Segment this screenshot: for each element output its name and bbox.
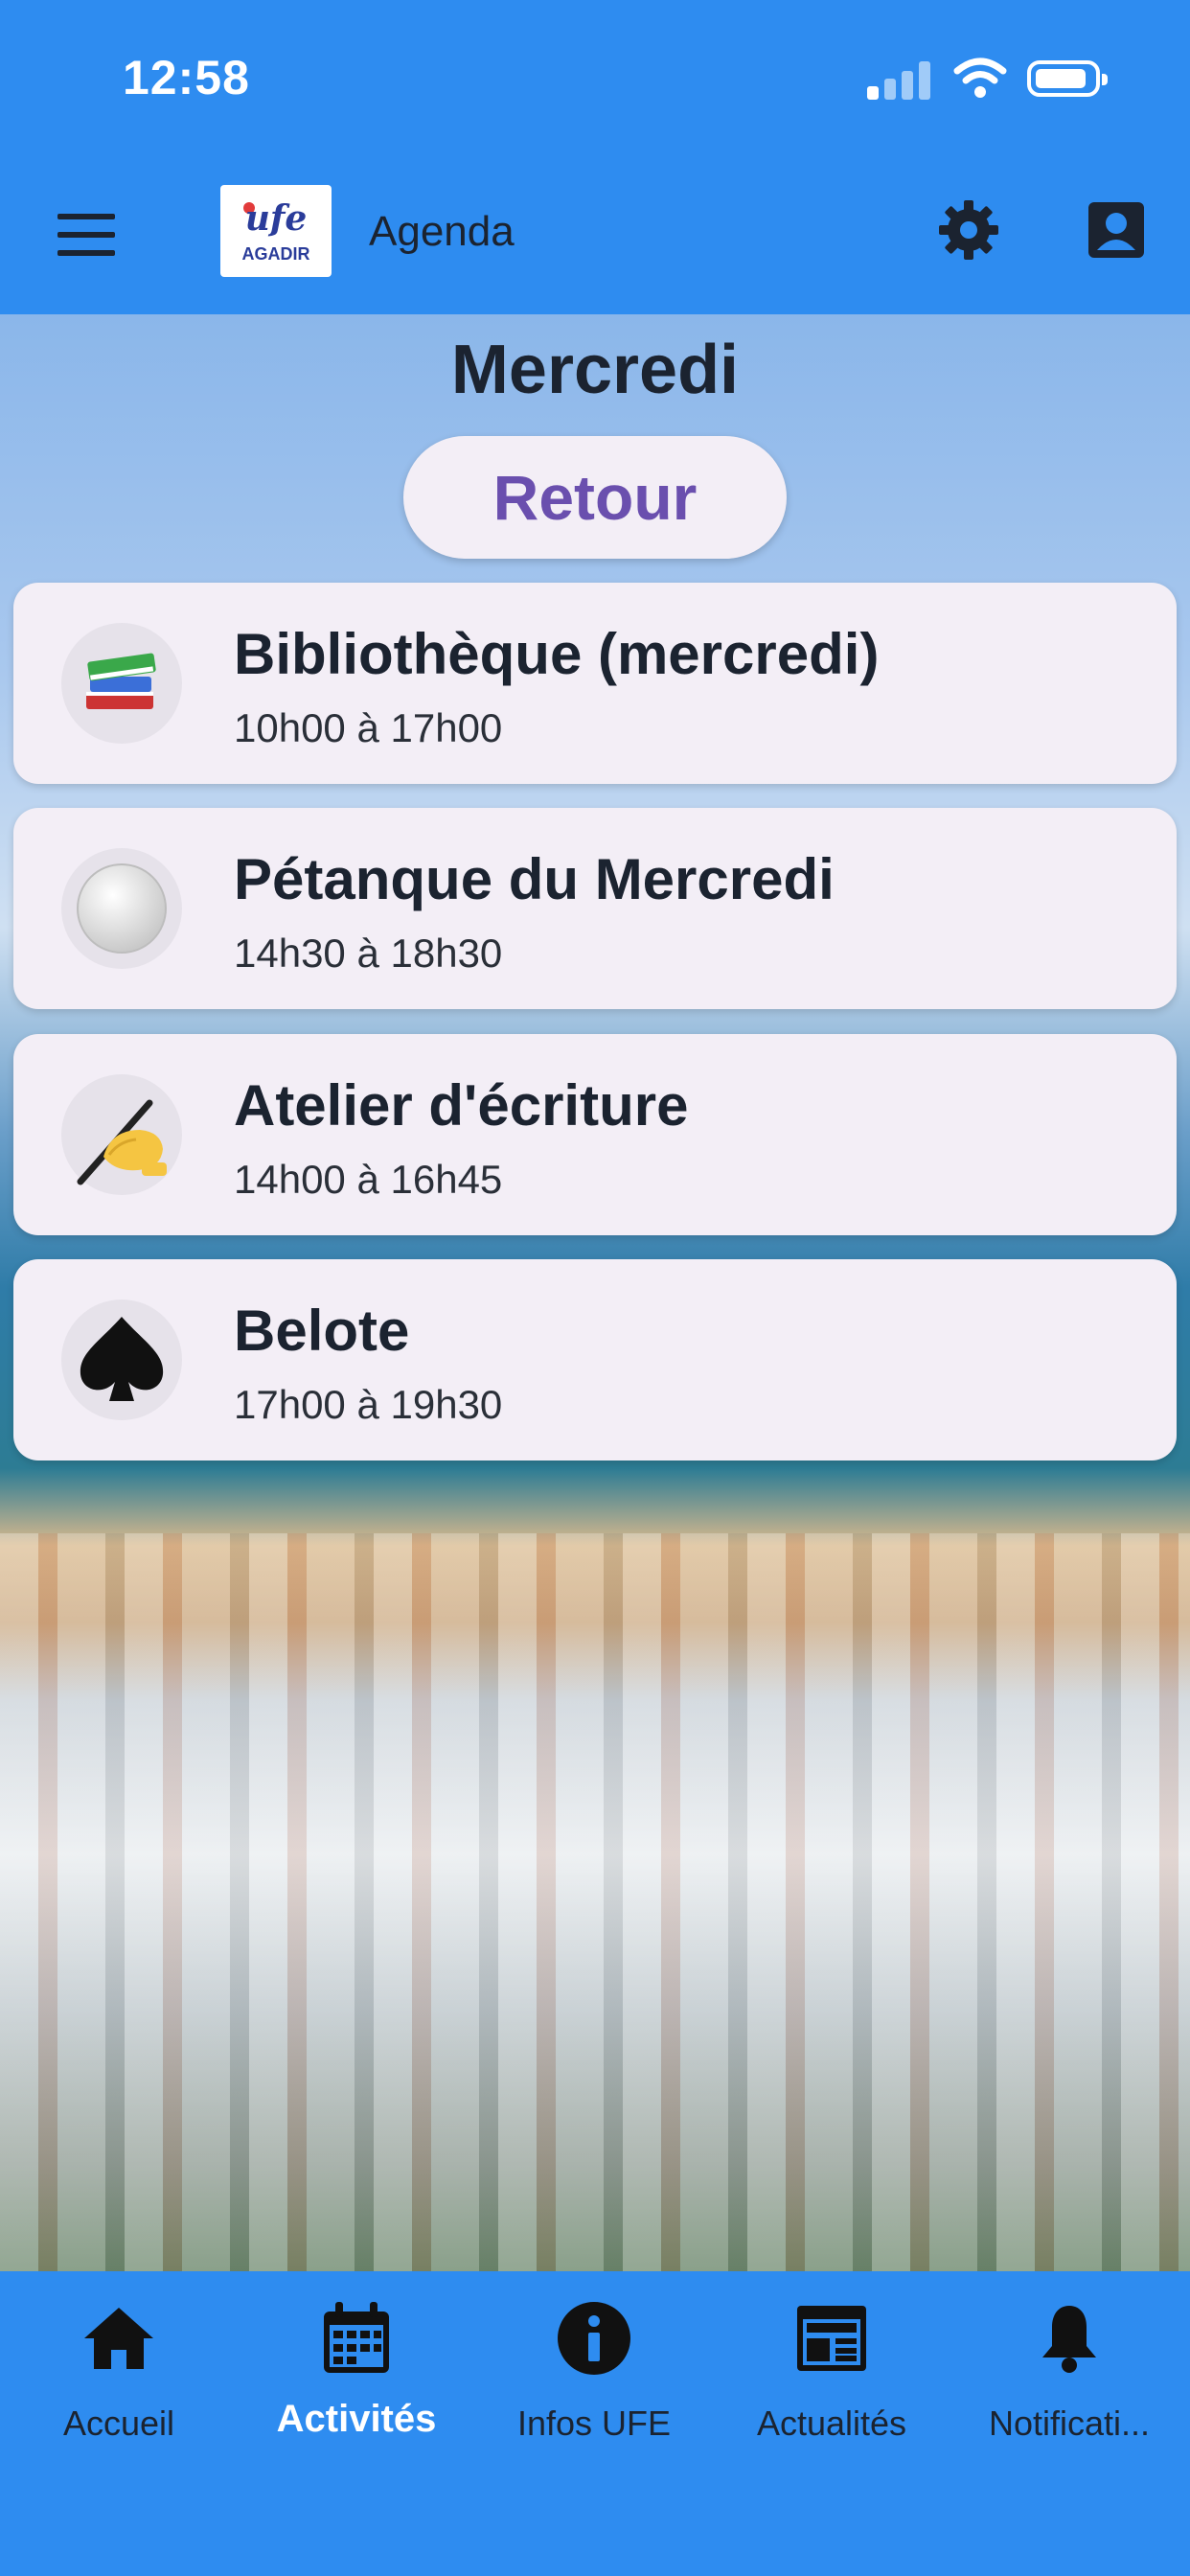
tab-infos-ufe[interactable]: Infos UFE [475, 2271, 713, 2463]
ufe-agadir-logo: ufe AGADIR [220, 185, 332, 277]
info-icon [558, 2302, 630, 2375]
activity-hours: 14h30 à 18h30 [234, 931, 503, 976]
status-bar: 12:58 [0, 0, 1190, 158]
activity-card[interactable]: Atelier d'écriture 14h00 à 16h45 [13, 1034, 1177, 1235]
activity-card[interactable]: Bibliothèque (mercredi) 10h00 à 17h00 [13, 583, 1177, 784]
activity-hours: 14h00 à 16h45 [234, 1157, 503, 1202]
tab-label: Actualités [756, 2404, 907, 2443]
header-title: Agenda [369, 208, 515, 255]
tab-actualites[interactable]: Actualités [713, 2271, 950, 2463]
activity-icon-container [61, 1074, 182, 1195]
logo-text: ufe [244, 198, 308, 239]
wifi-icon [953, 58, 1007, 98]
writing-hand-icon [77, 1099, 167, 1185]
tab-label: Accueil [62, 2404, 175, 2443]
activity-hours: 17h00 à 19h30 [234, 1382, 503, 1427]
bell-icon [1042, 2306, 1096, 2373]
white-circle-icon [77, 863, 167, 954]
activity-name: Belote [234, 1299, 410, 1363]
tab-label: Activités [276, 2398, 437, 2440]
activity-hours: 10h00 à 17h00 [234, 705, 503, 750]
activity-name: Atelier d'écriture [234, 1073, 689, 1138]
logo-subtext: AGADIR [241, 244, 310, 264]
tab-activites[interactable]: Activités [238, 2271, 475, 2463]
bottom-tab-bar: Accueil Activités Infos UFE Actualités N… [0, 2271, 1190, 2576]
activity-card[interactable]: Pétanque du Mercredi 14h30 à 18h30 [13, 808, 1177, 1009]
activity-icon-container [61, 623, 182, 744]
activity-name: Bibliothèque (mercredi) [234, 622, 880, 686]
tab-label: Notificati... [988, 2404, 1151, 2443]
cellular-signal-icon [867, 58, 934, 100]
spade-icon [80, 1317, 164, 1401]
home-icon [84, 2308, 153, 2369]
app-header: ufe AGADIR Agenda [0, 158, 1190, 314]
account-icon[interactable] [1087, 200, 1146, 260]
tab-notifications[interactable]: Notificati... [950, 2271, 1188, 2463]
tab-label: Infos UFE [516, 2404, 672, 2443]
activity-icon-container [61, 1300, 182, 1420]
newspaper-icon [797, 2306, 866, 2371]
page-title: Mercredi [450, 332, 740, 408]
menu-icon[interactable] [57, 214, 115, 256]
gear-icon[interactable] [937, 198, 1000, 262]
activity-card[interactable]: Belote 17h00 à 19h30 [13, 1259, 1177, 1460]
calendar-icon [324, 2302, 389, 2373]
books-icon [86, 653, 156, 709]
activity-name: Pétanque du Mercredi [234, 847, 835, 911]
back-button[interactable]: Retour [403, 436, 787, 559]
battery-icon [1027, 60, 1108, 97]
activity-icon-container [61, 848, 182, 969]
status-time: 12:58 [123, 51, 250, 104]
background-city-overlay [0, 1533, 1190, 2271]
tab-accueil[interactable]: Accueil [0, 2271, 238, 2463]
